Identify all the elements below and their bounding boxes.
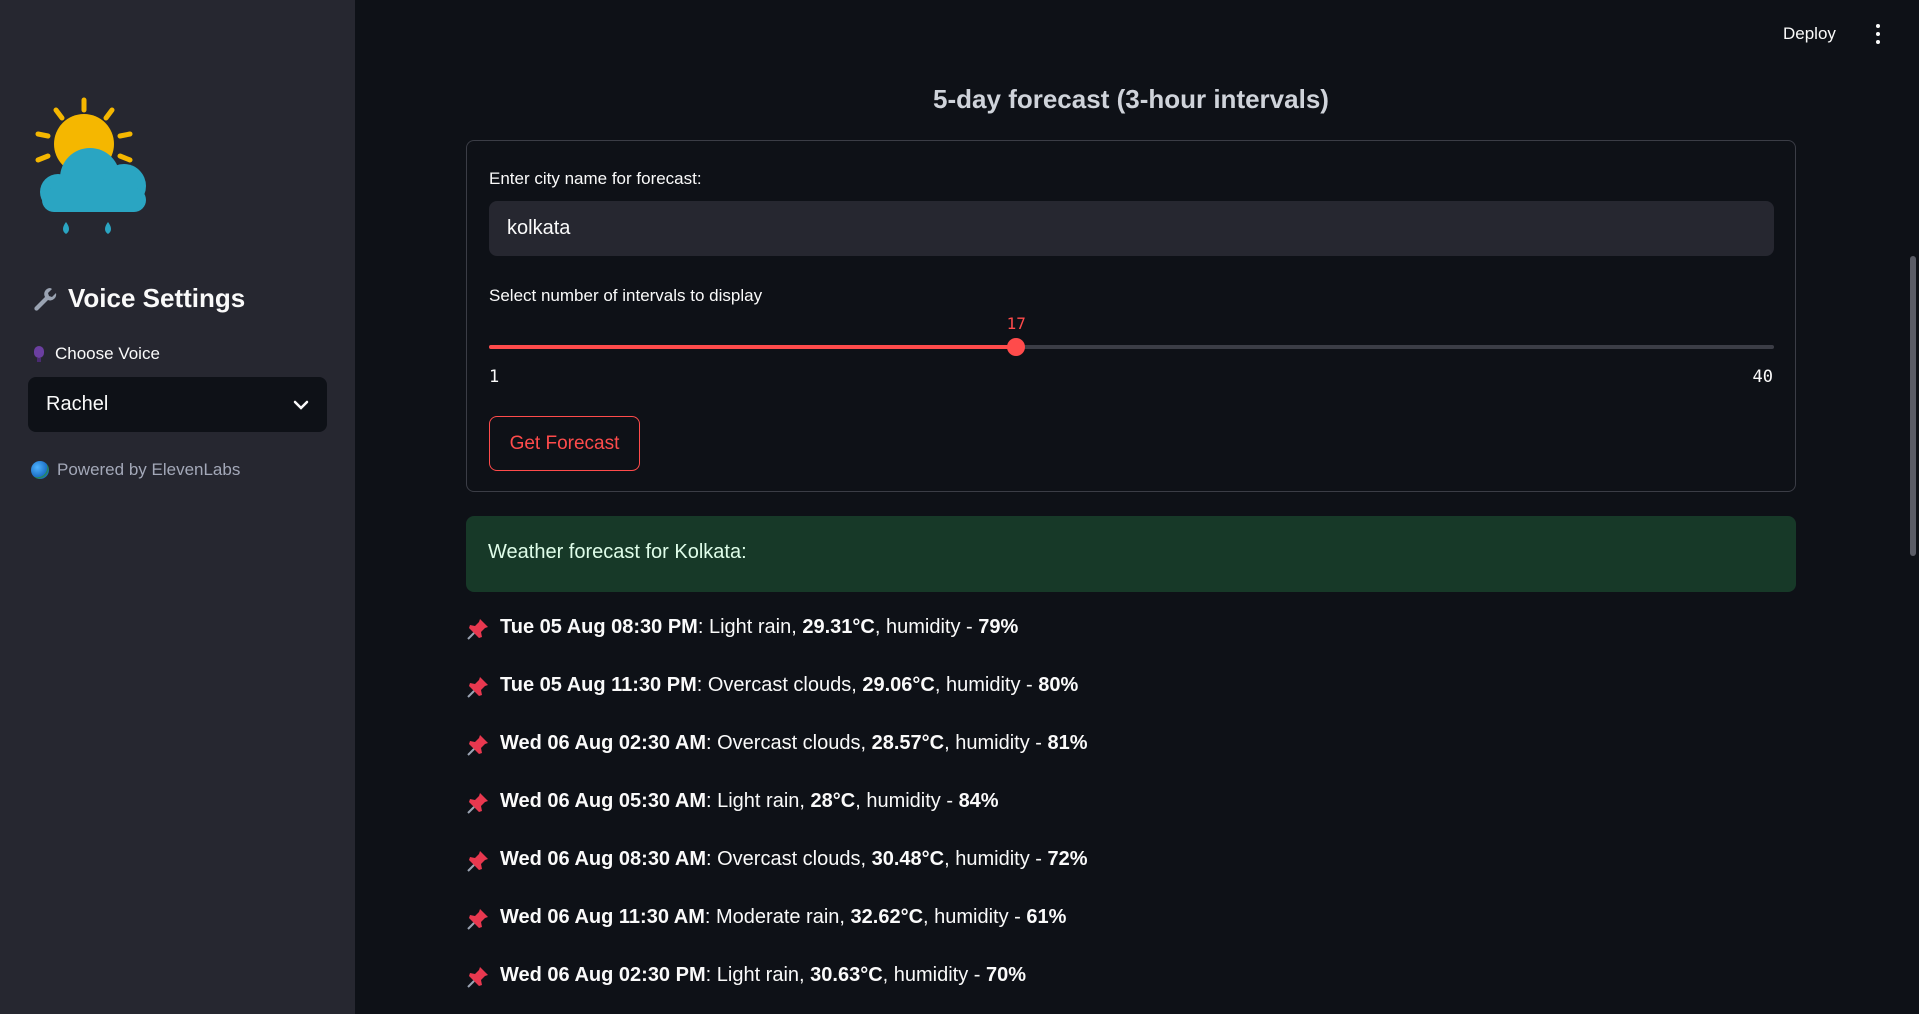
voice-select-value: Rachel [46,393,109,415]
voice-select[interactable]: Rachel [28,377,327,432]
pushpin-icon [467,735,488,756]
forecast-time: Wed 06 Aug 02:30 AM [500,732,706,754]
powered-by-text: Powered by ElevenLabs [57,460,241,479]
voice-settings-title: Voice Settings [68,283,246,313]
pushpin-icon [467,909,488,930]
interval-label: Select number of intervals to display [489,286,763,305]
city-label: Enter city name for forecast: [489,169,702,188]
forecast-temp: 29.31°C [802,616,875,638]
forecast-temp: 28.57°C [871,732,945,754]
sidebar: Voice Settings Choose Voice Rachel Power… [0,0,355,1014]
slider-fill [489,345,1017,349]
forecast-time: Wed 06 Aug 02:30 PM [500,964,706,986]
forecast-item: Wed 06 Aug 02:30 AM: Overcast clouds, 28… [466,732,1796,790]
forecast-humidity: 72% [1047,848,1088,870]
forecast-desc: Light rain [708,616,792,638]
forecast-humidity: 61% [1026,906,1067,928]
get-forecast-button[interactable]: Get Forecast [489,416,640,471]
forecast-desc: Overcast clouds [717,848,861,870]
forecast-time: Wed 06 Aug 11:30 AM [500,906,705,928]
forecast-list: Tue 05 Aug 08:30 PM: Light rain, 29.31°C… [466,616,1796,1014]
forecast-item: Wed 06 Aug 11:30 AM: Moderate rain, 32.6… [466,906,1796,964]
forecast-temp: 29.06°C [862,674,935,696]
forecast-time: Wed 06 Aug 05:30 AM [500,790,706,812]
forecast-desc: Light rain [716,964,800,986]
pushpin-icon [467,851,488,872]
forecast-form: Enter city name for forecast: Select num… [466,140,1796,492]
microphone-icon [34,346,44,362]
choose-voice-text: Choose Voice [55,344,160,363]
forecast-time: Wed 06 Aug 08:30 AM [500,848,706,870]
forecast-item: Tue 05 Aug 11:30 PM: Overcast clouds, 29… [466,674,1796,732]
pushpin-icon [467,619,488,640]
forecast-item: Tue 05 Aug 08:30 PM: Light rain, 29.31°C… [466,616,1796,674]
page-title: 5-day forecast (3-hour intervals) [933,84,1329,114]
forecast-item: Wed 06 Aug 05:30 AM: Light rain, 28°C, h… [466,790,1796,848]
forecast-item: Wed 06 Aug 08:30 AM: Overcast clouds, 30… [466,848,1796,906]
kebab-menu-icon[interactable] [1871,22,1885,46]
forecast-time: Tue 05 Aug 08:30 PM [500,616,698,638]
interval-slider[interactable] [489,338,1774,356]
slider-min-label: 1 [489,367,500,387]
forecast-desc: Moderate rain [716,906,840,928]
forecast-desc: Overcast clouds [707,674,852,696]
forecast-desc: Overcast clouds [717,732,861,754]
forecast-temp: 28°C [810,790,856,812]
pushpin-icon [467,967,488,988]
scrollbar[interactable] [1910,256,1916,556]
success-alert: Weather forecast for Kolkata: [466,516,1796,592]
powered-by: Powered by ElevenLabs [31,460,240,480]
pushpin-icon [467,677,488,698]
forecast-time: Tue 05 Aug 11:30 PM [500,674,697,696]
globe-icon [31,461,49,479]
wrench-icon [34,287,57,311]
pushpin-icon [467,793,488,814]
forecast-humidity: 80% [1038,674,1079,696]
slider-current-value: 17 [1006,314,1026,333]
forecast-humidity: 79% [978,616,1019,638]
forecast-humidity: 84% [958,790,999,812]
forecast-temp: 30.63°C [810,964,883,986]
forecast-humidity: 81% [1047,732,1088,754]
chevron-down-icon [293,400,309,410]
forecast-temp: 30.48°C [871,848,945,870]
success-message: Weather forecast for Kolkata: [488,541,747,563]
forecast-humidity: 70% [986,964,1027,986]
choose-voice-label: Choose Voice [31,344,160,364]
slider-max-label: 40 [1752,367,1773,387]
voice-settings-heading: Voice Settings [32,283,245,314]
slider-thumb[interactable] [1007,338,1026,356]
forecast-desc: Light rain [717,790,800,812]
deploy-button[interactable]: Deploy [1783,24,1836,44]
weather-rain-cloud-sun-icon [35,97,146,234]
forecast-temp: 32.62°C [850,906,924,928]
city-input[interactable] [489,201,1774,256]
forecast-item: Wed 06 Aug 02:30 PM: Light rain, 30.63°C… [466,964,1796,1014]
